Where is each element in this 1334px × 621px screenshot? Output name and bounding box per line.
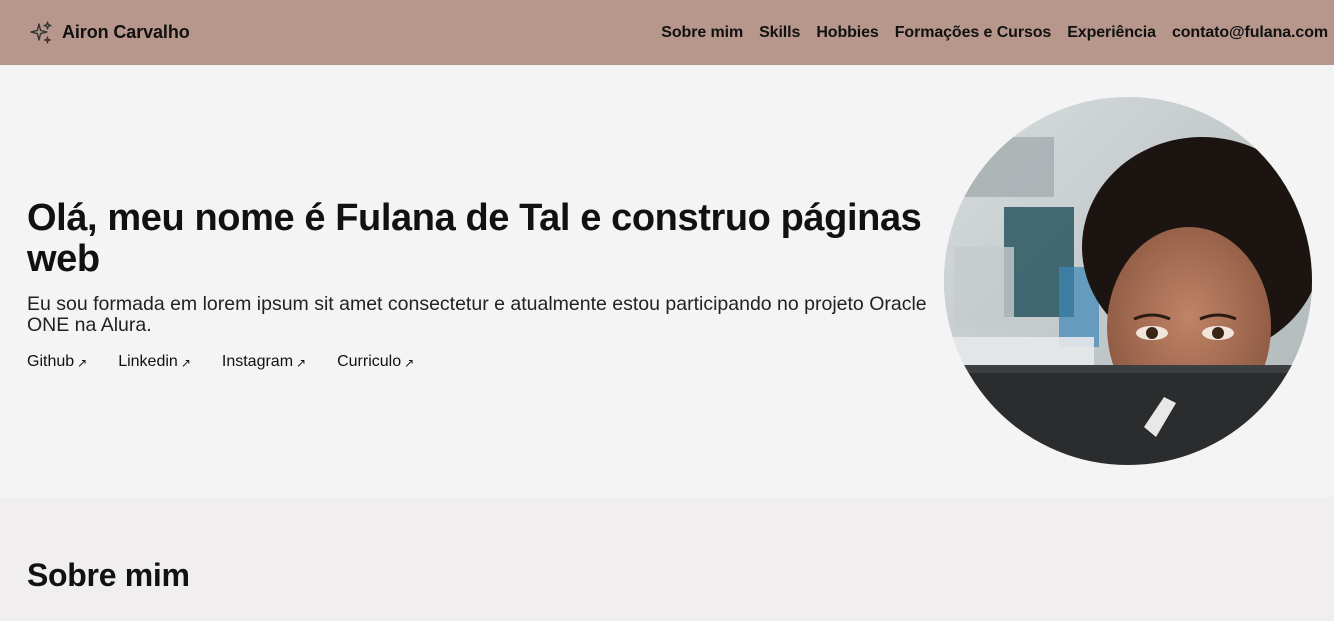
top-header: Airon Carvalho Sobre mim Skills Hobbies … xyxy=(0,0,1334,65)
brand-name: Airon Carvalho xyxy=(62,22,190,42)
main-nav: Sobre mim Skills Hobbies Formações e Cur… xyxy=(661,24,1328,42)
hero-text: Olá, meu nome é Fulana de Tal e construo… xyxy=(27,198,927,371)
nav-link-experiencia[interactable]: Experiência xyxy=(1067,24,1156,42)
hero-section: Olá, meu nome é Fulana de Tal e construo… xyxy=(0,65,1334,497)
curriculo-link-label: Curriculo xyxy=(337,353,402,370)
nav-link-formacoes[interactable]: Formações e Cursos xyxy=(895,24,1052,42)
social-links: Github ↗ Linkedin ↗ Instagram ↗ Curriculo ↗ xyxy=(27,353,927,371)
arrow-up-right-icon: ↗ xyxy=(404,356,415,370)
profile-photo-illustration xyxy=(944,97,1312,465)
profile-photo xyxy=(944,97,1312,465)
about-title: Sobre mim xyxy=(27,557,190,593)
nav-link-sobre-mim[interactable]: Sobre mim xyxy=(661,24,743,42)
arrow-up-right-icon: ↗ xyxy=(296,356,307,370)
arrow-up-right-icon: ↗ xyxy=(77,356,88,370)
hero-subtitle: Eu sou formada em lorem ipsum sit amet c… xyxy=(27,293,927,336)
nav-link-hobbies[interactable]: Hobbies xyxy=(816,24,879,42)
sparkles-icon xyxy=(30,20,52,44)
instagram-link-label: Instagram xyxy=(221,353,294,370)
github-link[interactable]: Github ↗ xyxy=(27,353,87,371)
arrow-up-right-icon: ↗ xyxy=(180,356,191,370)
linkedin-link[interactable]: Linkedin ↗ xyxy=(118,353,191,371)
about-section: Sobre mim xyxy=(0,497,1334,621)
instagram-link[interactable]: Instagram ↗ xyxy=(222,353,306,371)
curriculo-link[interactable]: Curriculo ↗ xyxy=(337,353,414,371)
linkedin-link-label: Linkedin xyxy=(118,353,178,370)
github-link-label: Github xyxy=(27,353,75,370)
nav-link-contato[interactable]: contato@fulana.com xyxy=(1172,24,1328,42)
nav-link-skills[interactable]: Skills xyxy=(759,24,800,42)
brand[interactable]: Airon Carvalho xyxy=(28,20,190,46)
hero-title: Olá, meu nome é Fulana de Tal e construo… xyxy=(27,197,922,280)
